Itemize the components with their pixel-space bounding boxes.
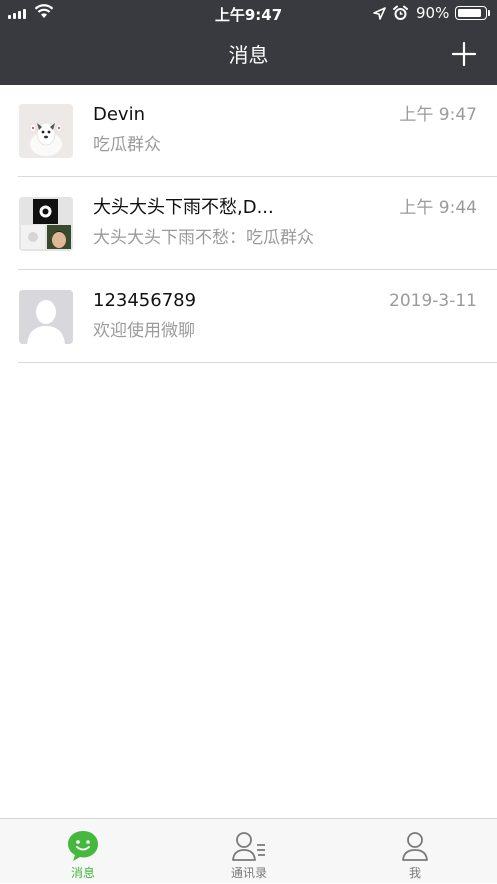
group-avatar: [19, 197, 73, 251]
conversation-name: 大头大头下雨不愁,D...: [93, 197, 274, 218]
tab-me[interactable]: 我: [332, 819, 497, 884]
row-divider: [18, 269, 497, 270]
tab-bar: 消息 通讯录 我: [0, 818, 497, 883]
location-icon: [373, 7, 386, 20]
tab-label: 消息: [70, 866, 95, 880]
default-person-avatar: [19, 290, 73, 344]
dog-photo-icon: [19, 104, 73, 158]
header-bar: 上午9:47 90% 消息: [0, 0, 497, 85]
chat-bubble-icon: [68, 831, 98, 861]
person-icon: [402, 832, 428, 861]
conversation-time: 上午 9:44: [399, 198, 477, 218]
conversation-last-message: 大头大头下雨不愁：吃瓜群众: [93, 228, 314, 248]
conversation-item[interactable]: Devin 吃瓜群众 上午 9:47: [0, 85, 497, 177]
conversation-item[interactable]: 大头大头下雨不愁,D... 大头大头下雨不愁：吃瓜群众 上午 9:44: [0, 178, 497, 270]
tab-label: 我: [408, 866, 421, 880]
conversation-name: 123456789: [93, 290, 197, 311]
default-person-icon: [19, 290, 73, 344]
conversation-name: Devin: [93, 104, 145, 125]
alarm-icon: [393, 5, 408, 20]
battery-icon: [455, 6, 487, 20]
conversation-last-message: 吃瓜群众: [93, 135, 161, 155]
tab-messages[interactable]: 消息: [0, 819, 166, 884]
tab-label: 通讯录: [230, 866, 267, 880]
conversation-time: 上午 9:47: [399, 105, 477, 125]
row-divider: [18, 176, 497, 177]
battery-percent: 90%: [416, 4, 450, 22]
dog-photo-avatar: [19, 104, 73, 158]
battery-fill: [457, 8, 481, 17]
conversation-time: 2019-3-11: [389, 291, 477, 311]
tab-contacts[interactable]: 通讯录: [166, 819, 332, 884]
battery-tip: [488, 10, 490, 16]
contacts-icon: [232, 832, 265, 861]
plus-icon[interactable]: [450, 40, 478, 68]
status-bar: 上午9:47 90%: [0, 0, 497, 26]
conversation-item[interactable]: 123456789 欢迎使用微聊 2019-3-11: [0, 271, 497, 363]
conversation-last-message: 欢迎使用微聊: [93, 321, 195, 341]
group-photo-icon: [19, 197, 73, 251]
row-divider: [18, 362, 497, 363]
page-title: 消息: [228, 43, 269, 67]
